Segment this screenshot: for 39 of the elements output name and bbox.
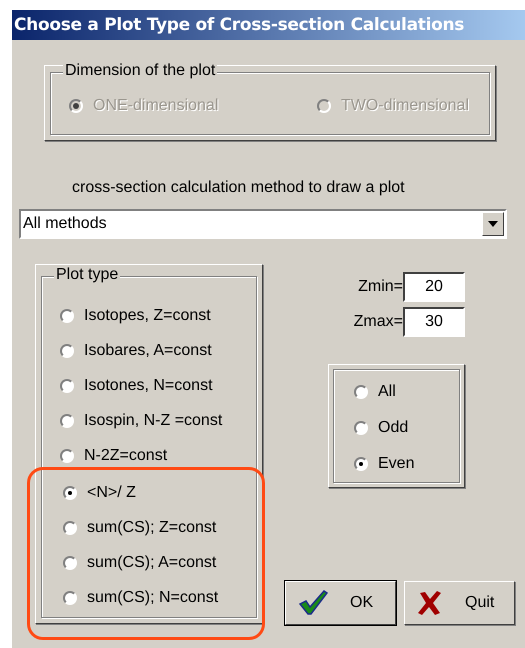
group-label: Plot type <box>54 266 120 284</box>
input-field[interactable]: 30 <box>403 307 465 337</box>
radio-label: ONE-dimensional <box>93 97 218 115</box>
radio-button-icon[interactable] <box>63 486 77 500</box>
input-field[interactable]: 20 <box>403 272 465 302</box>
radio-option[interactable]: Odd <box>354 416 459 440</box>
radio-option[interactable]: Isotopes, Z=const <box>60 299 256 334</box>
radio-button-icon[interactable] <box>60 344 74 358</box>
window-title: Choose a Plot Type of Cross-section Calculations <box>14 15 464 35</box>
radio-button-icon[interactable] <box>60 448 74 463</box>
ok-button[interactable]: OK <box>285 581 396 625</box>
radio-button-icon[interactable] <box>60 309 74 324</box>
cross-icon <box>417 590 443 616</box>
radio-option[interactable]: sum(CS); A=const <box>63 546 262 580</box>
group-label: Dimension of the plot <box>63 62 218 80</box>
radio-button-icon[interactable] <box>63 590 77 605</box>
radio-option[interactable]: Even <box>354 452 459 476</box>
radio-label: TWO-dimensional <box>340 97 469 115</box>
radio-button-icon[interactable] <box>60 414 74 428</box>
radio-option[interactable]: sum(CS); Z=const <box>63 510 262 546</box>
radio-button-icon[interactable] <box>354 457 368 471</box>
checkmark-icon <box>298 590 328 616</box>
radio-button-icon[interactable] <box>63 521 77 536</box>
radio-option[interactable]: N-2Z=const <box>60 438 256 473</box>
radio-option[interactable]: <N>/ Z <box>63 476 262 511</box>
range-label: Zmax= <box>354 313 403 331</box>
quit-button[interactable]: Quit <box>404 581 515 625</box>
radio-option[interactable]: sum(CS); N=const <box>63 580 262 616</box>
method-dropdown[interactable]: All methods <box>19 209 507 239</box>
radio-option[interactable]: Isobares, A=const <box>60 334 256 369</box>
radio-button-icon[interactable] <box>60 378 74 393</box>
radio-button-icon[interactable] <box>63 556 77 570</box>
radio-button-icon[interactable] <box>354 421 368 435</box>
radio-option[interactable]: Isotones, N=const <box>60 368 256 404</box>
radio-option[interactable]: All <box>354 380 459 404</box>
range-label: Zmin= <box>358 278 403 296</box>
radio-button-icon[interactable] <box>354 385 368 399</box>
method-label: cross-section calculation method to draw a plot <box>72 179 406 197</box>
radio-option[interactable]: Isospin, N-Z =const <box>60 403 256 438</box>
